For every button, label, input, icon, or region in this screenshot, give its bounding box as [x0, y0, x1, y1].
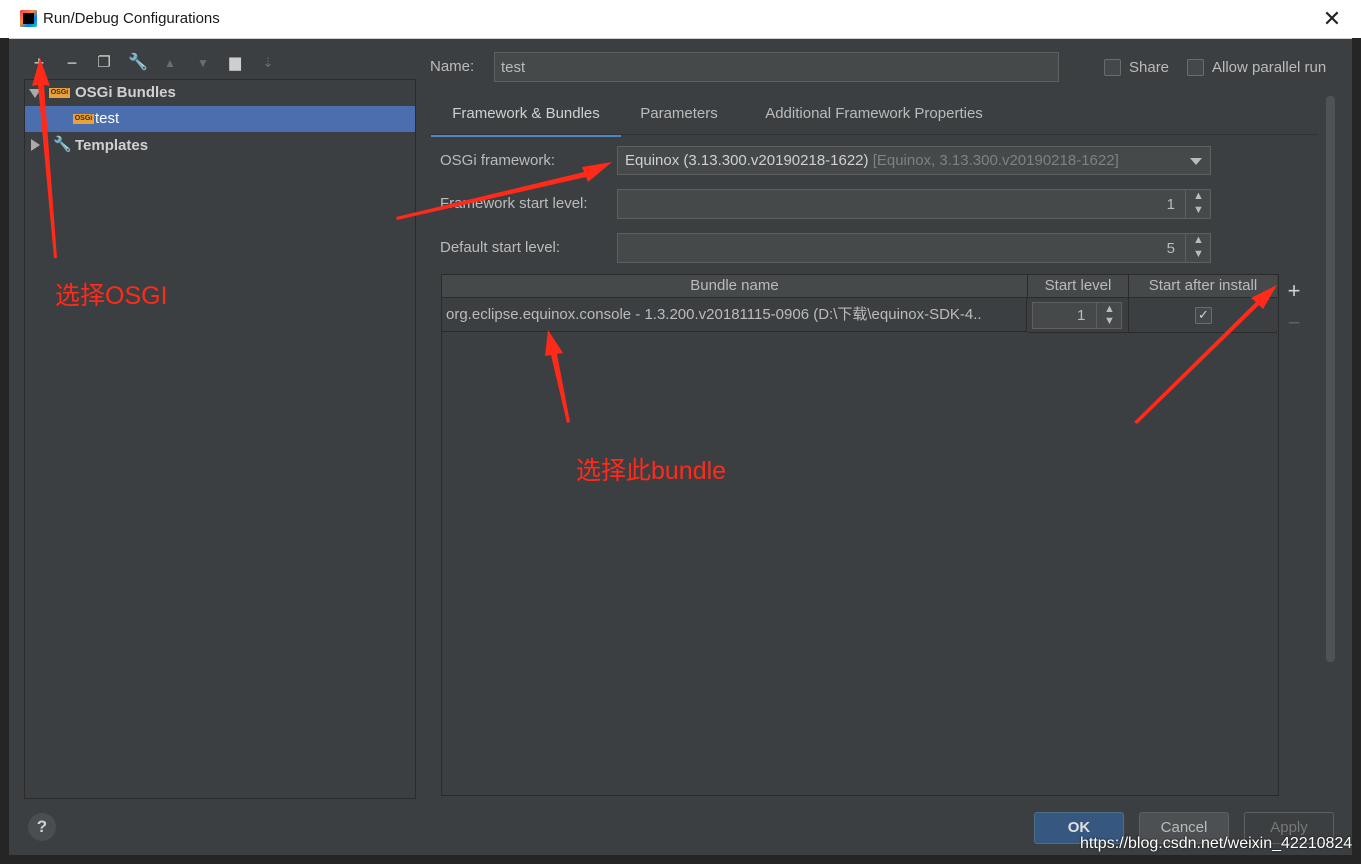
annotation-arrows — [32, 58, 1277, 424]
watermark-text: https://blog.csdn.net/weixin_42210824 — [1080, 835, 1353, 852]
arrow-to-framework-select — [396, 162, 612, 220]
annotation-select-osgi: 选择OSGI — [55, 282, 168, 310]
dialog-window: Run/Debug Configurations ✕ + − ❐ 🔧 ▲ ▼ ▆… — [0, 0, 1361, 864]
arrow-to-add-bundle — [1134, 285, 1277, 424]
arrow-to-bundle-row — [545, 330, 570, 423]
annotation-select-bundle: 选择此bundle — [576, 457, 727, 485]
arrow-to-add-button — [32, 58, 57, 258]
